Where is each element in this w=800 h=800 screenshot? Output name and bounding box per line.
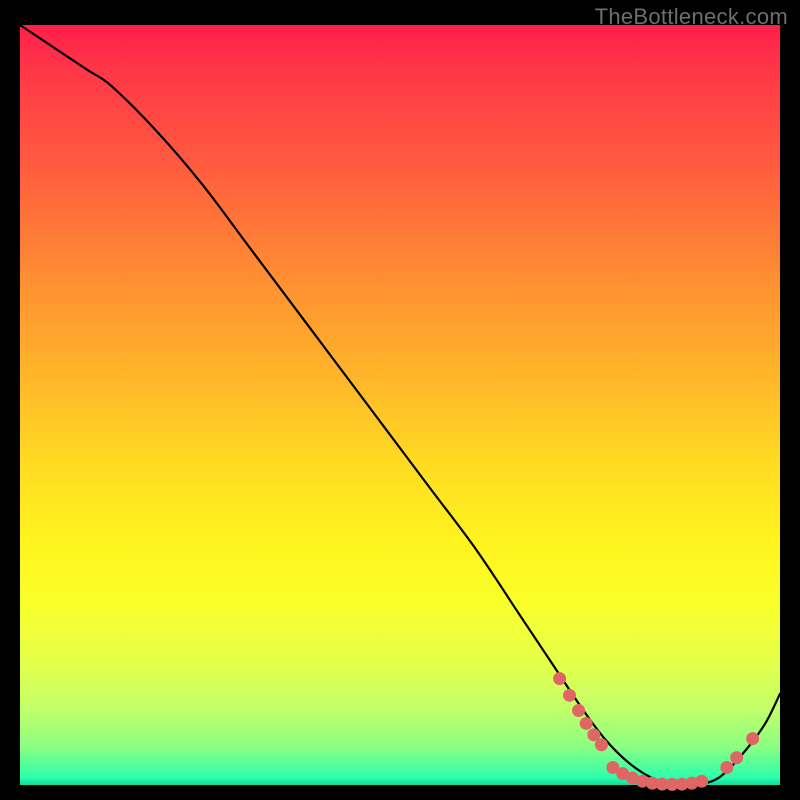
chart-svg: [20, 25, 780, 785]
bottleneck-curve-line: [20, 25, 780, 786]
marker-dot: [720, 761, 733, 774]
marker-dot: [695, 775, 708, 788]
marker-dot: [746, 732, 759, 745]
marker-dot: [595, 738, 608, 751]
marker-dot: [572, 704, 585, 717]
marker-dot: [580, 717, 593, 730]
marker-dot: [730, 751, 743, 764]
marker-dot: [553, 672, 566, 685]
marker-group: [553, 672, 759, 791]
marker-dot: [563, 689, 576, 702]
chart-frame: [20, 25, 780, 785]
